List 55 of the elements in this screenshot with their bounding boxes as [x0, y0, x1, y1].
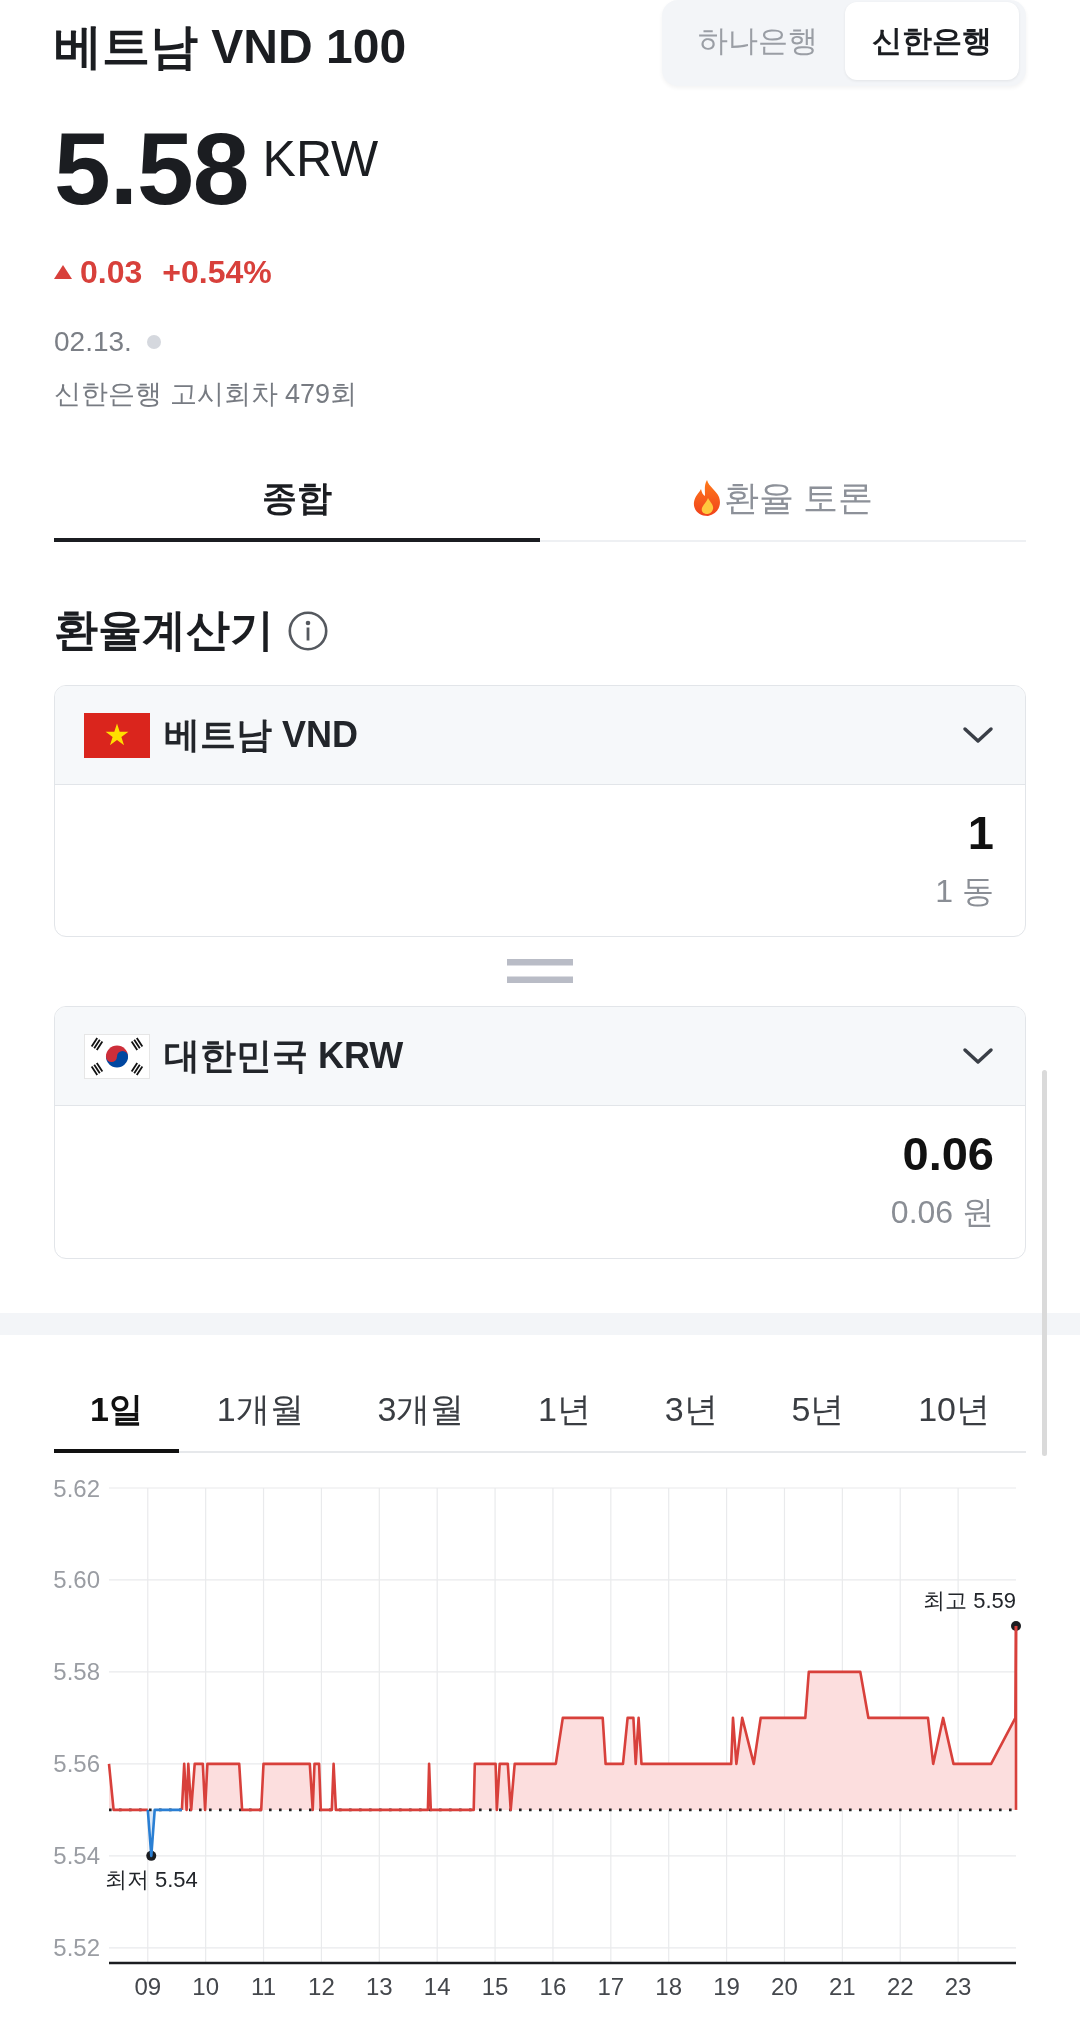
amount-in-words: 0.06 원 [890, 1193, 994, 1233]
x-axis-label: 11 [251, 1972, 276, 2000]
period-tab[interactable]: 1일 [54, 1370, 179, 1453]
y-axis-label: 5.56 [54, 1750, 100, 1778]
x-axis-label: 14 [423, 1972, 451, 2000]
x-axis-label: 09 [134, 1972, 162, 2000]
amount-field[interactable]: 1 [86, 807, 994, 859]
currency-code: KRW [262, 134, 379, 184]
calculator-heading: 환율계산기 [54, 604, 274, 657]
rate-value: 5.58 [54, 118, 249, 220]
change-percent: +0.54% [162, 256, 272, 288]
low-point-marker [146, 1850, 157, 1861]
x-axis-label: 13 [365, 1972, 393, 2000]
x-axis-label: 19 [713, 1972, 740, 2000]
flame-icon [692, 480, 722, 517]
x-axis-label: 17 [597, 1972, 625, 2000]
currency-title: 베트남 VND 100 [54, 19, 407, 75]
x-axis-label: 21 [829, 1972, 856, 2000]
y-axis-label: 5.52 [54, 1934, 100, 1962]
y-axis-label: 5.62 [54, 1474, 100, 1502]
y-axis-label: 5.54 [54, 1842, 100, 1870]
x-axis-label: 16 [539, 1972, 567, 2000]
x-axis-label: 22 [886, 1972, 914, 2000]
date-text: 02.13. [54, 328, 132, 356]
x-axis-label: 15 [481, 1972, 509, 2000]
period-tab[interactable]: 1개월 [180, 1370, 340, 1453]
period-tab[interactable]: 1년 [502, 1370, 627, 1453]
x-axis-label: 23 [944, 1972, 972, 2000]
period-tab[interactable]: 10년 [882, 1370, 1026, 1453]
currency-selector[interactable]: 대한민국 KRW [55, 1007, 1025, 1107]
y-axis-label: 5.60 [54, 1566, 100, 1594]
high-point-marker [1011, 1620, 1021, 1631]
change-amount: 0.03 [80, 256, 143, 288]
low-point-label: 최저 5.54 [104, 1867, 198, 1893]
status-dot-icon [146, 335, 161, 349]
info-icon[interactable] [288, 610, 328, 651]
chevron-down-icon [962, 1046, 994, 1067]
x-axis-label: 10 [192, 1972, 219, 2000]
flag-icon [84, 1033, 150, 1079]
bank-option[interactable]: 신한은행 [845, 2, 1019, 80]
period-tab[interactable]: 5년 [755, 1370, 881, 1453]
notice-round-text: 신한은행 고시회차 479회 [54, 378, 359, 411]
amount-in-words: 1 동 [935, 871, 994, 911]
high-point-label: 최고 5.59 [923, 1588, 1016, 1614]
period-tab[interactable]: 3개월 [341, 1370, 501, 1453]
x-axis-label: 18 [655, 1972, 683, 2000]
x-axis-label: 12 [308, 1972, 335, 2000]
y-axis-label: 5.58 [54, 1658, 100, 1686]
x-axis-label: 20 [771, 1972, 798, 2000]
amount-field[interactable]: 0.06 [86, 1128, 994, 1181]
section-tab[interactable]: 종합 [54, 458, 540, 543]
period-tab[interactable]: 3년 [628, 1370, 754, 1453]
currency-selector[interactable]: 베트남 VND [55, 686, 1025, 786]
flag-icon [84, 712, 150, 758]
chevron-down-icon [962, 725, 994, 746]
